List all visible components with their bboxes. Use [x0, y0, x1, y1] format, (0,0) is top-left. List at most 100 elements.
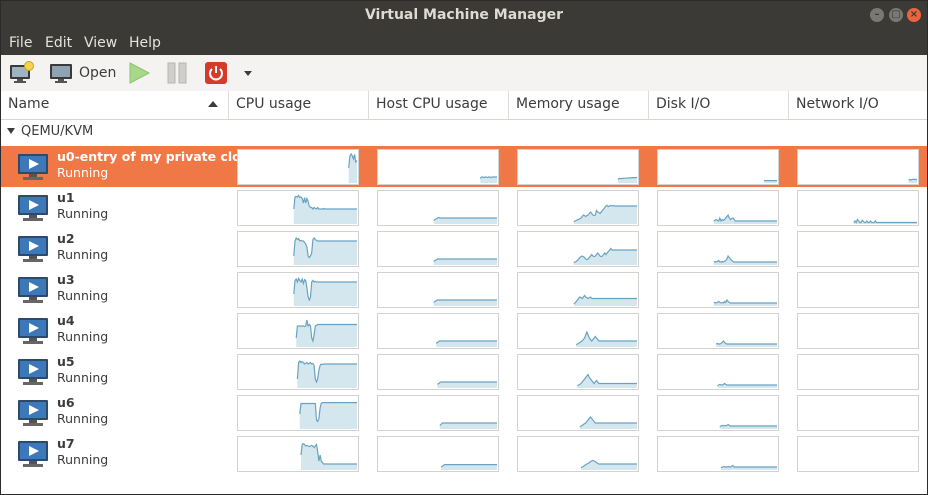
- disk-usage-graph: [657, 149, 779, 185]
- vm-row[interactable]: u5 Running: [1, 351, 927, 392]
- cpu-usage-graph: [237, 190, 359, 226]
- mem-usage-graph: [517, 395, 639, 431]
- vm-screen-icon: [18, 195, 48, 221]
- mem-usage-graph: [517, 272, 639, 308]
- connection-label: QEMU/KVM: [21, 124, 94, 139]
- shutdown-menu-button[interactable]: [241, 60, 255, 86]
- vm-row[interactable]: u1 Running: [1, 187, 927, 228]
- vm-row[interactable]: u6 Running: [1, 392, 927, 433]
- net-usage-graph: [797, 354, 919, 390]
- vm-screen-icon: [18, 441, 48, 467]
- new-vm-button[interactable]: [9, 60, 35, 86]
- disk-usage-graph: [657, 354, 779, 390]
- disk-usage-graph: [657, 272, 779, 308]
- vm-name: u2: [57, 231, 75, 246]
- chevron-down-icon: [244, 71, 252, 76]
- cpu-usage-graph: [237, 231, 359, 267]
- minimize-icon[interactable]: –: [870, 8, 884, 22]
- column-disk-label: Disk I/O: [656, 96, 711, 112]
- vm-screen-icon: [18, 277, 48, 303]
- open-button[interactable]: Open: [49, 60, 116, 86]
- maximize-icon[interactable]: □: [889, 8, 903, 22]
- host-usage-graph: [377, 436, 499, 472]
- net-usage-graph: [797, 149, 919, 185]
- title-bar: Virtual Machine Manager – □ ×: [1, 1, 927, 31]
- menu-file[interactable]: File: [9, 35, 32, 51]
- cpu-usage-graph: [237, 272, 359, 308]
- cpu-usage-graph: [237, 313, 359, 349]
- menu-edit[interactable]: Edit: [45, 35, 72, 51]
- cpu-usage-graph: [237, 149, 359, 185]
- mem-usage-graph: [517, 313, 639, 349]
- host-usage-graph: [377, 272, 499, 308]
- menu-bar: File Edit View Help: [1, 31, 927, 55]
- pause-icon: [167, 62, 187, 84]
- mem-usage-graph: [517, 231, 639, 267]
- host-usage-graph: [377, 190, 499, 226]
- mem-usage-graph: [517, 149, 639, 185]
- vm-row[interactable]: u0-entry of my private cloud Running: [1, 146, 927, 187]
- host-usage-graph: [377, 149, 499, 185]
- vm-status: Running: [57, 370, 109, 385]
- new-vm-icon: [10, 61, 34, 83]
- expander-icon[interactable]: [7, 128, 15, 134]
- host-usage-graph: [377, 395, 499, 431]
- toolbar: Open: [1, 55, 927, 92]
- vm-name: u5: [57, 354, 75, 369]
- vm-status: Running: [57, 206, 109, 221]
- host-usage-graph: [377, 313, 499, 349]
- vm-name: u1: [57, 190, 75, 205]
- vm-status: Running: [57, 165, 109, 180]
- vm-row[interactable]: u2 Running: [1, 228, 927, 269]
- column-disk[interactable]: Disk I/O: [649, 91, 789, 119]
- disk-usage-graph: [657, 436, 779, 472]
- column-cpu[interactable]: CPU usage: [229, 91, 369, 119]
- menu-view[interactable]: View: [84, 35, 117, 51]
- column-host-cpu-label: Host CPU usage: [376, 96, 488, 112]
- vm-status: Running: [57, 411, 109, 426]
- net-usage-graph: [797, 231, 919, 267]
- vm-name: u0-entry of my private cloud: [57, 149, 259, 164]
- vm-status: Running: [57, 452, 109, 467]
- shutdown-button[interactable]: [204, 60, 228, 86]
- window-title: Virtual Machine Manager: [364, 7, 564, 23]
- vm-name: u3: [57, 272, 75, 287]
- vm-status: Running: [57, 247, 109, 262]
- cpu-usage-graph: [237, 354, 359, 390]
- vm-status: Running: [57, 329, 109, 344]
- host-usage-graph: [377, 231, 499, 267]
- vm-row[interactable]: u3 Running: [1, 269, 927, 310]
- net-usage-graph: [797, 190, 919, 226]
- vm-row[interactable]: u7 Running: [1, 433, 927, 474]
- connection-group[interactable]: QEMU/KVM: [1, 122, 927, 144]
- column-name[interactable]: Name: [1, 91, 229, 119]
- close-icon[interactable]: ×: [907, 8, 921, 22]
- mem-usage-graph: [517, 436, 639, 472]
- column-network[interactable]: Network I/O: [789, 91, 927, 119]
- vm-screen-icon: [18, 236, 48, 262]
- column-host-cpu[interactable]: Host CPU usage: [369, 91, 509, 119]
- pause-button[interactable]: [165, 60, 189, 86]
- column-header: Name CPU usage Host CPU usage Memory usa…: [1, 91, 927, 120]
- net-usage-graph: [797, 313, 919, 349]
- vm-name: u7: [57, 436, 75, 451]
- vm-screen-icon: [18, 318, 48, 344]
- vm-status: Running: [57, 288, 109, 303]
- column-memory[interactable]: Memory usage: [509, 91, 649, 119]
- vm-screen-icon: [18, 400, 48, 426]
- power-icon: [205, 62, 227, 84]
- column-name-label: Name: [8, 96, 50, 112]
- play-icon: [129, 62, 151, 84]
- run-button[interactable]: [127, 60, 151, 86]
- mem-usage-graph: [517, 354, 639, 390]
- net-usage-graph: [797, 272, 919, 308]
- menu-help[interactable]: Help: [129, 35, 161, 51]
- vm-name: u4: [57, 313, 75, 328]
- disk-usage-graph: [657, 231, 779, 267]
- column-memory-label: Memory usage: [516, 96, 620, 112]
- host-usage-graph: [377, 354, 499, 390]
- cpu-usage-graph: [237, 436, 359, 472]
- vm-row[interactable]: u4 Running: [1, 310, 927, 351]
- vm-screen-icon: [18, 154, 48, 180]
- disk-usage-graph: [657, 395, 779, 431]
